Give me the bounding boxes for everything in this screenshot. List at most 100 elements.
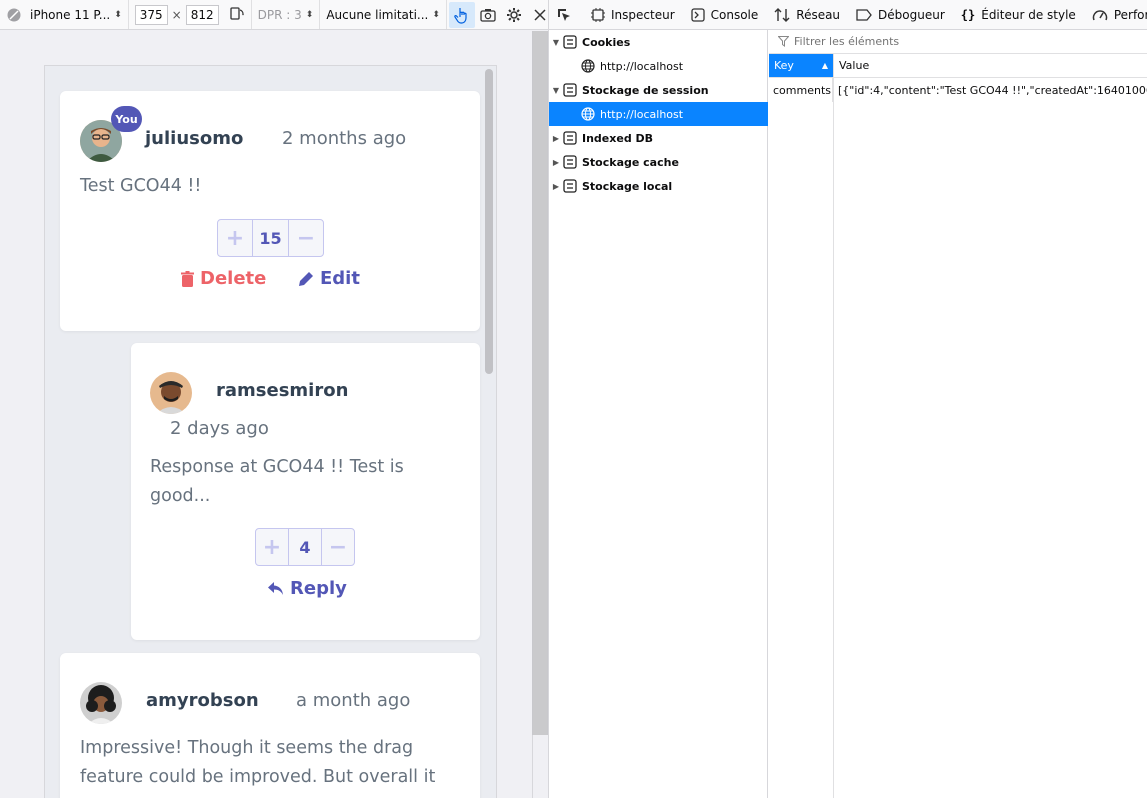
column-divider[interactable] [833,78,834,798]
touch-simulation-icon[interactable] [448,1,475,28]
comment-timestamp: 2 months ago [282,128,407,149]
column-header-value[interactable]: Value [833,54,1147,77]
upvote-button[interactable]: + [256,529,288,565]
storage-icon [563,35,577,49]
avatar [80,682,122,724]
downvote-button[interactable]: − [289,220,323,256]
devtools-toolbar: Inspecteur Console Réseau Débogueur {} É… [549,0,1147,30]
device-name: iPhone 11 P... [30,7,111,22]
tree-item-label: http://localhost [600,107,684,121]
comment-timestamp: a month ago [296,690,411,711]
filter-icon [778,36,789,47]
tree-item-label: Cookies [582,35,631,49]
reply-label: Reply [290,578,347,599]
element-picker-icon[interactable] [549,0,579,29]
page-scrollbar-thumb[interactable] [485,69,493,374]
tree-item-session-localhost[interactable]: http://localhost [549,102,768,126]
tree-item-session-storage[interactable]: ▼ Stockage de session [549,78,768,102]
tab-network[interactable]: Réseau [766,0,848,29]
tree-item-cache-storage[interactable]: ▶ Stockage cache [549,150,768,174]
downvote-button[interactable]: − [322,529,354,565]
tree-item-cookies-localhost[interactable]: http://localhost [549,54,768,78]
tree-item-label: Indexed DB [582,131,654,145]
reply-button[interactable]: Reply [268,578,347,599]
you-badge: You [111,106,142,132]
throttling-selector[interactable]: Aucune limitati... ⬍ [320,0,447,29]
table-cell-value: [{"id":4,"content":"Test GCO44 !!","crea… [838,83,1147,97]
comment-username[interactable]: ramsesmiron [216,380,348,401]
filter-input[interactable]: Filtrer les éléments [769,30,1147,54]
table-row[interactable]: comments [{"id":4,"content":"Test GCO44 … [769,78,1147,102]
tab-label: Inspecteur [611,7,675,22]
comment-content-line: feature could be improved. But overall i… [80,767,436,787]
tree-item-label: Stockage de session [582,83,709,97]
storage-tree: ▼ Cookies http://localhost ▼ Stockage de… [549,30,768,798]
sort-ascending-icon: ▲ [821,61,828,70]
comment-username[interactable]: amyrobson [146,690,259,711]
device-selector[interactable]: iPhone 11 P... ⬍ [0,0,129,29]
inspector-icon [591,7,605,22]
collapse-arrow-icon[interactable]: ▶ [549,158,563,167]
tab-label: Réseau [796,7,841,22]
column-header-label: Value [839,59,870,72]
vote-control: + 4 − [255,528,355,566]
rotate-icon[interactable] [229,5,245,24]
comment-header [150,372,192,414]
tab-performance[interactable]: Performances [1084,0,1147,29]
viewport-height-input[interactable]: 812 [185,4,219,25]
globe-icon [581,107,595,121]
comment-content: Test GCO44 !! [80,176,202,196]
screenshot-icon[interactable] [475,2,501,28]
tab-inspector[interactable]: Inspecteur [583,0,683,29]
throttling-label: Aucune limitati... [326,7,429,22]
responsive-toolbar: iPhone 11 P... ⬍ 375 × 812 DPR : 3 ⬍ Aucun… [0,0,548,30]
comment-username[interactable]: juliusomo [145,128,243,149]
viewport-width-input[interactable]: 375 [134,4,168,25]
tab-style-editor[interactable]: {} Éditeur de style [953,0,1084,29]
comment-content: Impressive! Though it seems the drag fea… [80,734,435,792]
expand-arrow-icon[interactable]: ▼ [549,38,563,47]
edit-button[interactable]: Edit [298,268,360,289]
tree-item-label: Stockage local [582,179,673,193]
scrollbar-thumb[interactable] [533,31,547,735]
tab-console[interactable]: Console [683,0,767,29]
performance-icon [1092,9,1108,20]
tree-item-label: Stockage cache [582,155,679,169]
debugger-icon [856,8,872,21]
tree-item-indexed-db[interactable]: ▶ Indexed DB [549,126,768,150]
tree-item-cookies[interactable]: ▼ Cookies [549,30,768,54]
collapse-arrow-icon[interactable]: ▶ [549,134,563,143]
storage-icon [563,83,577,97]
dimension-separator: × [171,7,182,22]
storage-icon [563,131,577,145]
viewport-scrollbar[interactable] [532,31,548,798]
vote-count: 15 [252,220,289,256]
tab-debugger[interactable]: Débogueur [848,0,953,29]
upvote-button[interactable]: + [218,220,252,256]
table-header: Key ▲ Value [769,54,1147,78]
console-icon [690,7,705,22]
expand-arrow-icon[interactable]: ▼ [549,86,563,95]
updown-icon: ⬍ [432,9,440,20]
comment-content-line: Impressive! Though it seems the drag [80,738,414,758]
storage-table: Filtrer les éléments Key ▲ Value comment… [769,30,1147,798]
dpr-selector[interactable]: DPR : 3 ⬍ [252,0,321,29]
collapse-arrow-icon[interactable]: ▶ [549,182,563,191]
table-cell-key: comments [769,78,833,102]
tab-label: Débogueur [878,7,945,22]
settings-icon[interactable] [501,2,527,28]
tab-label: Console [710,7,759,22]
trash-icon [181,270,194,287]
tree-item-local-storage[interactable]: ▶ Stockage local [549,174,768,198]
updown-icon: ⬍ [114,9,122,20]
edit-label: Edit [320,268,360,289]
reply-icon [268,581,283,595]
storage-icon [563,155,577,169]
no-touch-icon [7,8,21,21]
globe-icon [581,59,595,73]
devtools-panel: Inspecteur Console Réseau Débogueur {} É… [548,0,1147,798]
comment-timestamp: 2 days ago [170,418,269,439]
delete-label: Delete [200,268,267,289]
column-header-key[interactable]: Key ▲ [769,54,833,77]
delete-button[interactable]: Delete [181,268,266,289]
